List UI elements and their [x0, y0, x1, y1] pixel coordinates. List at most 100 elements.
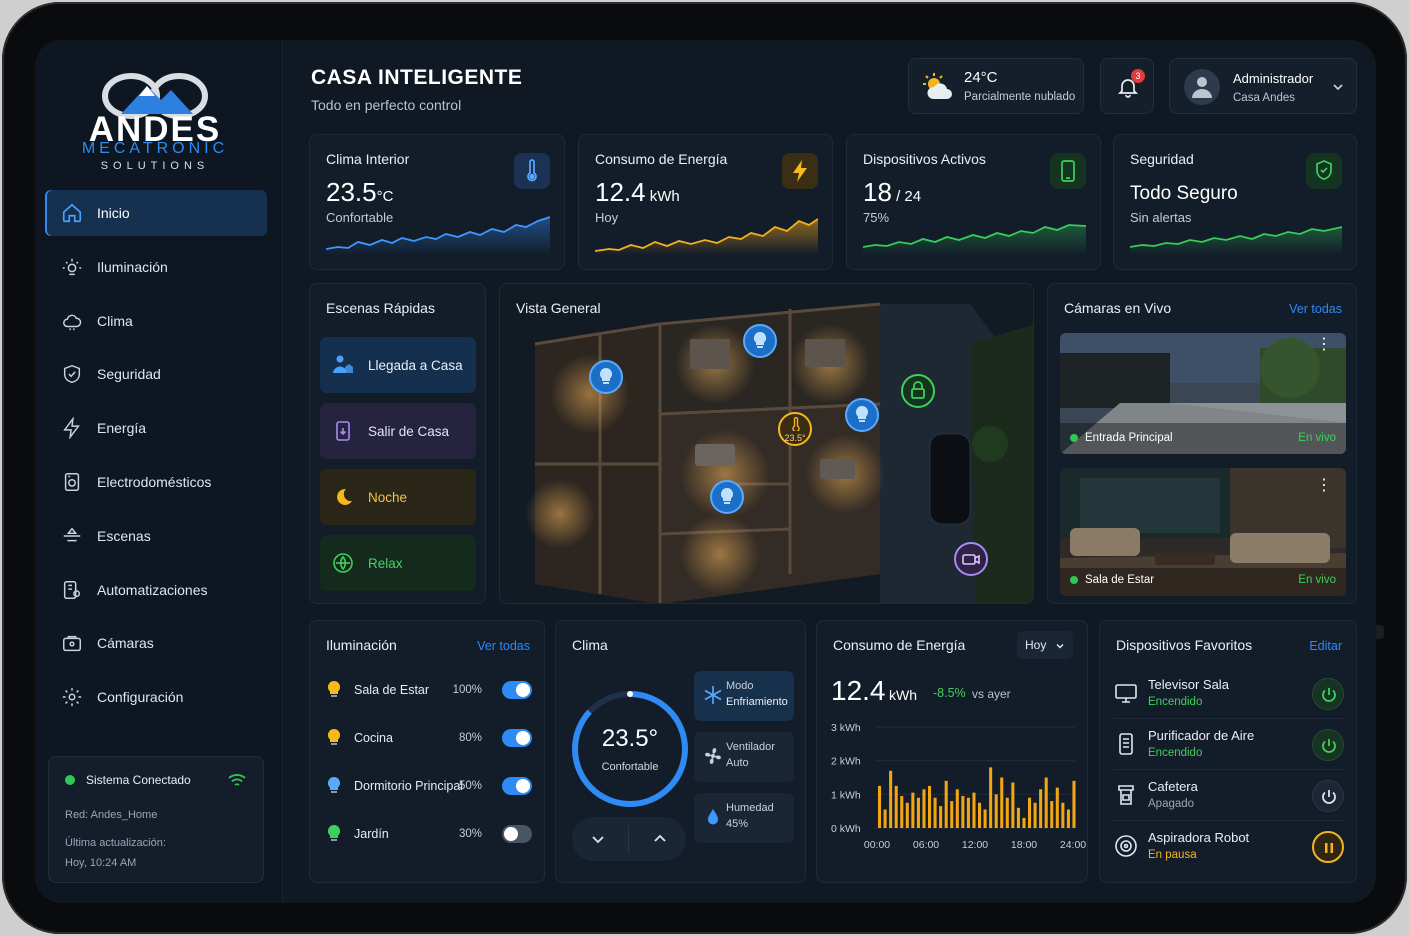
sidebar-item-iluminacion[interactable]: Iluminación	[45, 244, 267, 290]
light-toggle[interactable]	[502, 681, 532, 699]
sidebar-item-label: Electrodomésticos	[97, 473, 212, 490]
favorites-edit-link[interactable]: Editar	[1309, 639, 1342, 653]
light-name: Cocina	[354, 731, 393, 745]
sidebar-item-configuracion[interactable]: Configuración	[45, 674, 267, 720]
scene-relax-button[interactable]: Relax	[320, 535, 476, 591]
camera-name: Entrada Principal	[1085, 432, 1173, 444]
security-stat-card[interactable]: Seguridad Todo Seguro Sin alertas	[1113, 134, 1357, 270]
weather-widget[interactable]: 24°C Parcialmente nublado	[908, 58, 1084, 114]
network-name: Red: Andes_Home	[65, 809, 158, 821]
energy-title: Consumo de Energía	[833, 637, 966, 653]
light-pct: 100%	[452, 684, 482, 696]
period-select[interactable]: Hoy	[1017, 631, 1073, 659]
climate-mode-button[interactable]: Modo Enfriamiento	[694, 671, 794, 721]
energy-stat-card[interactable]: Consumo de Energía 12.4 kWh Hoy	[578, 134, 833, 270]
chart-bar	[950, 801, 954, 828]
more-options-icon[interactable]: ⋮	[1316, 337, 1332, 353]
devices-stat-unit: / 24	[891, 188, 922, 205]
bolt-icon	[63, 417, 80, 440]
scene-noche-button[interactable]: Noche	[320, 469, 476, 525]
thermometer-icon	[792, 417, 800, 431]
sidebar-item-label: Seguridad	[97, 366, 161, 383]
camera-marker-icon[interactable]	[954, 542, 988, 576]
weather-desc: Parcialmente nublado	[964, 91, 1076, 103]
energy-delta: -8.5%	[933, 686, 966, 700]
chart-bar	[1066, 809, 1070, 828]
scene-label: Relax	[368, 555, 403, 571]
page-title: CASA INTELIGENTE	[311, 66, 523, 89]
chart-bar	[989, 767, 993, 828]
light-toggle[interactable]	[502, 777, 532, 795]
shield-check-icon	[1306, 153, 1342, 189]
chart-bar	[889, 770, 893, 828]
favorite-state: En pausa	[1148, 849, 1197, 861]
thermostat-value: 23.5°	[601, 725, 659, 752]
bulb-icon	[327, 728, 341, 745]
cameras-see-all-link[interactable]: Ver todas	[1289, 302, 1342, 316]
power-button[interactable]	[1312, 729, 1344, 761]
chevron-down-icon	[1333, 84, 1343, 91]
more-options-icon[interactable]: ⋮	[1316, 478, 1332, 494]
chart-bar	[1055, 787, 1059, 828]
weather-temp: 24°C	[964, 69, 998, 86]
live-dot	[1070, 576, 1078, 584]
climate-stat-value: 23.5	[326, 177, 377, 207]
pause-icon	[1325, 843, 1333, 853]
camera-feed-living[interactable]: Sala de Estar En vivo ⋮	[1060, 468, 1346, 596]
camera-feed-entrance[interactable]: Entrada Principal En vivo ⋮	[1060, 333, 1346, 454]
climate-stat-unit: °C	[376, 188, 394, 205]
temperature-marker[interactable]: 23.5°	[778, 412, 812, 446]
cloud-icon	[63, 314, 82, 330]
fan-icon	[705, 748, 721, 764]
security-stat-title: Seguridad	[1130, 151, 1194, 167]
sidebar-item-seguridad[interactable]: Seguridad	[45, 351, 267, 397]
energy-stat-value: 12.4	[595, 177, 646, 207]
sidebar-item-electrodomesticos[interactable]: Electrodomésticos	[45, 459, 267, 505]
chart-bar	[1061, 802, 1065, 828]
fan-mode-button[interactable]: Ventilador Auto	[694, 732, 794, 782]
devices-stat-title: Dispositivos Activos	[863, 151, 986, 167]
sidebar-item-label: Cámaras	[97, 635, 154, 652]
sidebar-item-energia[interactable]: Energía	[45, 405, 267, 451]
sidebar-item-clima[interactable]: Clima	[45, 298, 267, 344]
chart-x-tick-label: 12:00	[962, 839, 988, 851]
power-button[interactable]	[1312, 678, 1344, 710]
coffee-maker-icon	[1118, 785, 1134, 805]
power-button[interactable]	[1312, 780, 1344, 812]
notifications-button[interactable]: 3	[1100, 58, 1154, 114]
sidebar-item-inicio[interactable]: Inicio	[45, 190, 267, 236]
sidebar-item-automatizaciones[interactable]: Automatizaciones	[45, 567, 267, 613]
chart-x-tick-label: 00:00	[864, 839, 890, 851]
overview-card: Vista General 23.5°	[499, 283, 1034, 604]
bulb-marker-icon[interactable]	[710, 480, 744, 514]
power-icon	[1322, 790, 1336, 804]
bulb-marker-icon[interactable]	[589, 360, 623, 394]
devices-stat-card[interactable]: Dispositivos Activos 18 / 24 75%	[846, 134, 1101, 270]
bulb-marker-icon[interactable]	[845, 398, 879, 432]
chart-bar	[911, 792, 915, 828]
chart-y-tick-label: 1 kWh	[831, 789, 861, 801]
thermostat-label: Confortable	[601, 761, 659, 773]
chart-bar	[900, 796, 904, 828]
sidebar-item-escenas[interactable]: Escenas	[45, 513, 267, 559]
bulb-marker-icon[interactable]	[743, 324, 777, 358]
sidebar-item-camaras[interactable]: Cámaras	[45, 620, 267, 666]
tv-icon	[1115, 684, 1137, 703]
pause-button[interactable]	[1312, 831, 1344, 863]
chart-x-tick-label: 06:00	[913, 839, 939, 851]
energy-stat-unit: kWh	[645, 188, 680, 205]
climate-stat-card[interactable]: Clima Interior 23.5°C Confortable	[309, 134, 565, 270]
scene-salir-button[interactable]: Salir de Casa	[320, 403, 476, 459]
chevron-down-icon[interactable]	[590, 831, 606, 847]
chevron-up-icon[interactable]	[652, 831, 668, 847]
lighting-see-all-link[interactable]: Ver todas	[477, 639, 530, 653]
devices-sparkline	[863, 224, 1086, 255]
system-status-label: Sistema Conectado	[86, 773, 191, 787]
user-menu[interactable]: Administrador Casa Andes	[1169, 58, 1357, 114]
light-toggle[interactable]	[502, 825, 532, 843]
light-pct: 50%	[458, 780, 482, 792]
lock-marker-icon[interactable]	[901, 374, 935, 408]
light-toggle[interactable]	[502, 729, 532, 747]
scene-llegada-button[interactable]: Llegada a Casa	[320, 337, 476, 393]
dashboard-screen: ANDES MECATRONIC SOLUTIONS Inicio Ilumin…	[35, 40, 1376, 903]
